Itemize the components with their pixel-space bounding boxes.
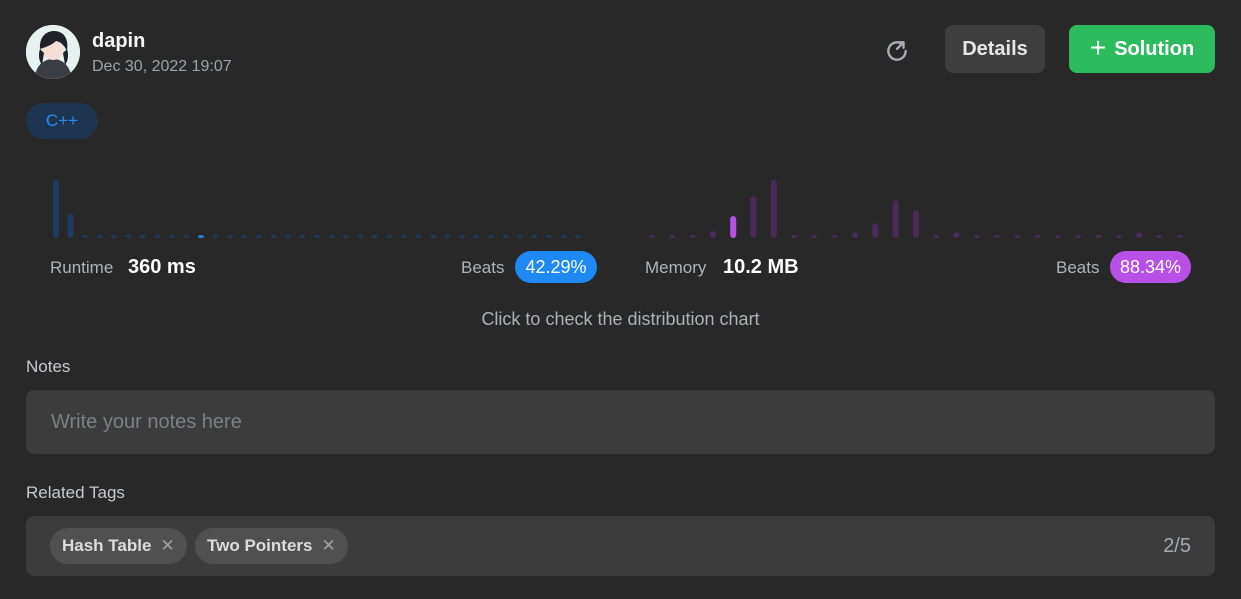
memory-distribution-bar [852,232,858,238]
runtime-distribution-bar [502,235,509,238]
runtime-label: Runtime [50,258,114,277]
runtime-distribution-bar [169,235,175,238]
tag-count: 2/5 [1163,535,1191,557]
tags-input[interactable]: Hash Table ✕ Two Pointers ✕ 2/5 [26,516,1215,576]
memory-distribution-bar [994,235,1001,238]
memory-distribution-bar [973,235,980,238]
memory-distribution-chart[interactable] [646,160,1190,240]
memory-label: Memory [645,258,707,277]
memory-distribution-bar [1095,235,1102,238]
memory-distribution-bar [1156,235,1163,238]
runtime-distribution-bar [372,235,378,238]
runtime-distribution-bar [357,235,364,238]
memory-distribution-bar [1115,235,1122,238]
runtime-distribution-bar [430,235,436,238]
tag-hash-table: Hash Table ✕ [50,528,187,564]
memory-distribution-bar [730,215,737,238]
runtime-distribution-bar [415,235,422,238]
runtime-distribution-bar [328,235,335,238]
username[interactable]: dapin [92,30,145,53]
runtime-distribution-bar [488,235,494,238]
solution-button-label: Solution [1114,37,1195,60]
runtime-distribution-chart[interactable] [50,160,598,240]
notes-label: Notes [26,357,71,376]
runtime-distribution-bar [343,235,349,238]
distribution-chart-link[interactable]: Click to check the distribution chart [0,309,1241,330]
memory-distribution-bar [669,235,676,238]
runtime-distribution-bar [111,235,117,238]
memory-beats-badge: 88.34% [1110,251,1191,283]
runtime-beats-label: Beats [461,258,505,277]
runtime-distribution-bar [314,235,320,238]
memory-distribution-bar [1034,235,1041,238]
runtime-distribution-bar [53,180,59,238]
runtime-distribution-bar [140,235,146,238]
runtime-distribution-bar [444,235,451,238]
runtime-distribution-bar [227,235,233,238]
language-badge: C++ [26,103,98,139]
refresh-icon [887,41,907,61]
remove-tag-icon[interactable]: ✕ [321,536,335,556]
add-solution-button[interactable]: + Solution [1069,25,1215,73]
runtime-distribution-bar [517,235,523,238]
runtime-distribution-bar [212,235,219,238]
runtime-distribution-bar [154,235,161,238]
runtime-distribution-bar [386,235,393,238]
runtime-distribution-bar [299,235,306,238]
runtime-distribution-bar [241,235,248,238]
memory-distribution-bar [912,210,919,238]
tag-label: Hash Table [62,536,152,555]
memory-distribution-bar [750,196,757,238]
runtime-distribution-bar [82,235,88,238]
tag-label: Two Pointers [207,536,313,555]
notes-input[interactable] [26,390,1215,454]
memory-distribution-bar [1176,235,1183,238]
submission-date: Dec 30, 2022 19:07 [92,58,232,75]
memory-distribution-bar [933,235,940,238]
avatar[interactable] [26,25,80,79]
memory-distribution-bar [1136,232,1143,238]
memory-distribution-bar [831,235,838,238]
memory-distribution-bar [1055,235,1061,238]
related-tags-label: Related Tags [26,483,125,502]
memory-distribution-bar [709,231,716,238]
memory-distribution-bar [770,180,777,238]
runtime-distribution-bar [198,235,204,238]
details-button[interactable]: Details [945,25,1045,73]
memory-value: 10.2 MB [723,256,799,278]
runtime-distribution-bar [96,235,103,238]
runtime-beats-badge: 42.29% [515,251,597,283]
memory-beats-label: Beats [1056,258,1100,277]
memory-distribution-bar [811,235,818,238]
runtime-distribution-bar [270,235,277,238]
memory-distribution-bar [649,235,655,238]
memory-distribution-bar [892,200,899,238]
memory-distribution-bar [1014,235,1021,238]
tag-two-pointers: Two Pointers ✕ [195,528,348,564]
runtime-distribution-bar [401,235,407,238]
runtime-distribution-bar [67,213,74,238]
runtime-distribution-bar [546,235,552,238]
memory-distribution-bar [872,223,879,238]
runtime-distribution-bar [125,235,132,238]
runtime-distribution-bar [183,235,190,238]
runtime-distribution-bar [560,235,567,238]
runtime-distribution-bar [575,235,581,238]
runtime-distribution-bar [531,235,538,238]
remove-tag-icon[interactable]: ✕ [160,536,174,556]
refresh-button[interactable] [878,32,916,70]
plus-icon: + [1089,31,1107,63]
runtime-distribution-bar [256,235,262,238]
runtime-value: 360 ms [128,256,196,278]
memory-distribution-bar [953,232,960,238]
runtime-distribution-bar [285,235,291,238]
memory-distribution-bar [1075,235,1082,238]
runtime-distribution-bar [473,235,480,238]
memory-distribution-bar [689,235,696,238]
memory-distribution-bar [791,235,798,238]
runtime-distribution-bar [459,235,465,238]
